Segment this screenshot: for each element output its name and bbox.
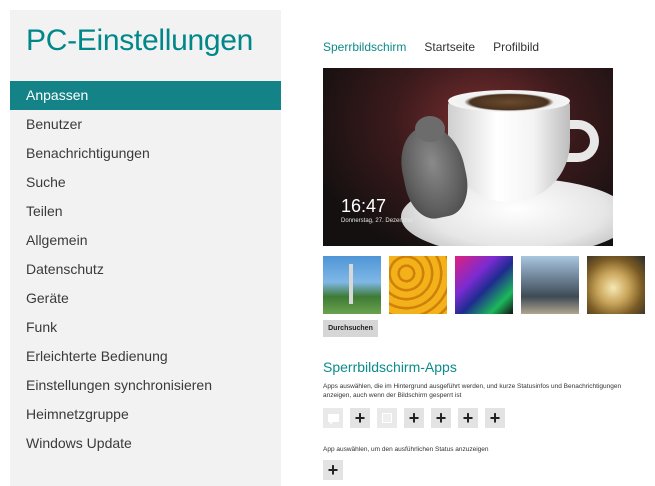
sidebar: PC-Einstellungen Anpassen Benutzer Benac… [10,10,281,486]
tab-bar: Sperrbildschirm Startseite Profilbild [323,40,539,54]
lock-app-slot-add[interactable]: + [431,408,451,428]
lock-apps-title: Sperrbildschirm-Apps [323,359,457,375]
cup-rim-shape [448,90,570,112]
cat-head [415,116,445,142]
calendar-icon [382,413,392,423]
lock-app-slot-add[interactable]: + [458,408,478,428]
lock-screen-preview: 16:47 Donnerstag, 27. Dezember [323,68,613,246]
tab-sperrbildschirm[interactable]: Sperrbildschirm [323,40,406,54]
message-icon [327,414,339,425]
lock-app-slot-calendar[interactable] [377,408,397,428]
plus-icon: + [327,460,339,480]
browse-button[interactable]: Durchsuchen [323,320,378,337]
lock-app-slot-add[interactable]: + [485,408,505,428]
plus-icon: + [408,408,420,428]
sidebar-item-geraete[interactable]: Geräte [10,284,281,313]
sidebar-item-datenschutz[interactable]: Datenschutz [10,255,281,284]
plus-icon: + [435,408,447,428]
sidebar-item-funk[interactable]: Funk [10,313,281,342]
sidebar-item-erleichterte-bedienung[interactable]: Erleichterte Bedienung [10,342,281,371]
nautilus-shell-thumbnail[interactable] [587,256,645,314]
sidebar-item-benutzer[interactable]: Benutzer [10,110,281,139]
sidebar-item-suche[interactable]: Suche [10,168,281,197]
preview-time: 16:47 [341,196,387,216]
sidebar-item-heimnetzgruppe[interactable]: Heimnetzgruppe [10,400,281,429]
sidebar-nav: Anpassen Benutzer Benachrichtigungen Suc… [10,81,281,458]
plus-icon: + [462,408,474,428]
content-pane: Sperrbildschirm Startseite Profilbild 16… [281,10,655,486]
sidebar-item-windows-update[interactable]: Windows Update [10,429,281,458]
tab-profilbild[interactable]: Profilbild [493,40,539,54]
background-thumbnails [323,256,645,314]
detailed-status-slot[interactable]: + [323,460,343,480]
lock-app-slot-add[interactable]: + [350,408,370,428]
tab-startseite[interactable]: Startseite [424,40,475,54]
sidebar-item-allgemein[interactable]: Allgemein [10,226,281,255]
abstract-color-thumbnail[interactable] [455,256,513,314]
lock-app-slots: + + + + + [323,408,505,428]
honeycomb-thumbnail[interactable] [389,256,447,314]
plus-icon: + [354,408,366,428]
app-title: PC-Einstellungen [26,24,253,57]
plus-icon: + [489,408,501,428]
sidebar-item-anpassen[interactable]: Anpassen [10,81,281,110]
sidebar-item-teilen[interactable]: Teilen [10,197,281,226]
lock-app-slot-add[interactable]: + [404,408,424,428]
preview-date: Donnerstag, 27. Dezember [341,218,414,224]
space-needle-thumbnail[interactable] [323,256,381,314]
sidebar-item-einstellungen-synchronisieren[interactable]: Einstellungen synchronisieren [10,371,281,400]
lock-apps-description: Apps auswählen, die im Hintergrund ausge… [323,383,622,399]
sidebar-item-benachrichtigungen[interactable]: Benachrichtigungen [10,139,281,168]
detailed-status-description: App auswählen, um den ausführlichen Stat… [323,446,489,453]
train-station-thumbnail[interactable] [521,256,579,314]
lock-app-slot-messaging[interactable] [323,408,343,428]
